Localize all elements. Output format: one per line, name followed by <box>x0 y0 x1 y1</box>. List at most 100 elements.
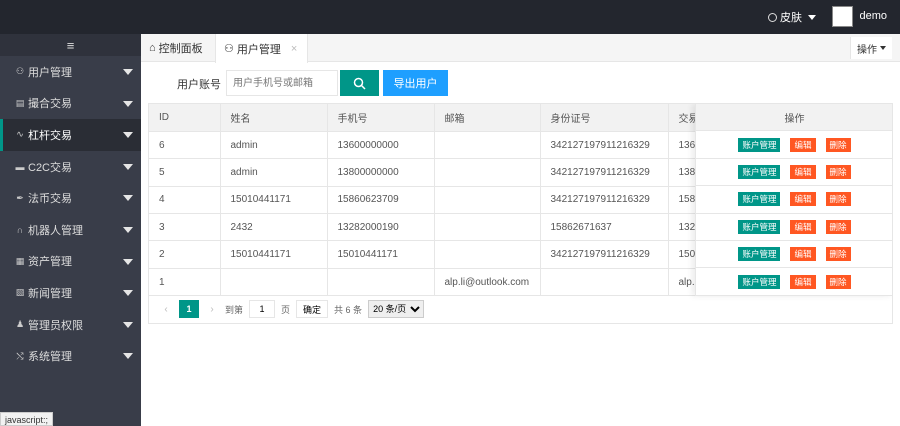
doc-icon: ▧ <box>15 287 25 298</box>
tab-label: 用户管理 <box>236 43 281 56</box>
sidebar-item[interactable]: ▧ 新闻管理 <box>0 277 141 309</box>
table-cell <box>434 240 541 269</box>
users-icon: ♟ <box>15 319 25 330</box>
goto-page-input[interactable] <box>249 300 276 318</box>
user-table: ID姓名手机号邮箱身份证号交易 6admin13600000000 3421271… <box>148 103 893 324</box>
table-row: 4 15010441171 15860623709 34212719791121632… <box>149 186 696 215</box>
table-cell: 2 <box>149 240 221 269</box>
edit-button[interactable]: 编辑 <box>790 192 816 207</box>
table-cell: 136 <box>668 131 696 160</box>
delete-button[interactable]: 删除 <box>825 219 851 234</box>
sidebar-item[interactable]: ♟ 管理员权限 <box>0 309 141 341</box>
account-manage-button[interactable]: 账户管理 <box>738 192 781 207</box>
page-size-select[interactable]: 20 条/页 <box>368 300 425 318</box>
account-manage-button[interactable]: 账户管理 <box>738 219 781 234</box>
sidebar-item-label: 杠杆交易 <box>28 129 72 142</box>
table-cell: alp.li@outlook.com <box>434 268 541 297</box>
status-bar: javascript:; <box>0 412 54 426</box>
sidebar-item[interactable]: ∿ 杠杆交易 <box>0 119 141 151</box>
delete-button[interactable]: 删除 <box>825 192 851 207</box>
table-row: 1 alp.li@outlook.com alp.l <box>149 268 696 297</box>
tab-ops-dropdown[interactable]: 操作 <box>850 37 892 59</box>
sidebar-item[interactable]: ▦ 资产管理 <box>0 246 141 278</box>
chevron-down-icon <box>880 46 886 50</box>
table-cell: 6 <box>149 131 221 160</box>
delete-button[interactable]: 删除 <box>825 137 851 152</box>
home-icon: ⌂ <box>149 42 156 54</box>
account-manage-button[interactable]: 账户管理 <box>738 137 781 152</box>
sidebar-item[interactable]: ▤ 撮合交易 <box>0 88 141 120</box>
column-header[interactable]: 交易 <box>668 104 696 132</box>
sidebar-item[interactable]: ∩ 机器人管理 <box>0 214 141 246</box>
tab-dashboard[interactable]: ⌂ 控制面板 <box>149 34 203 62</box>
menu-fold-icon[interactable]: ≡ <box>0 34 141 56</box>
chevron-down-icon <box>123 69 133 75</box>
chevron-down-icon <box>123 353 133 360</box>
account-manage-button[interactable]: 账户管理 <box>738 247 781 262</box>
sidebar-item-label: 资产管理 <box>28 256 72 269</box>
chevron-down-icon <box>123 258 133 265</box>
sidebar-item-label: 新闻管理 <box>28 287 72 300</box>
user-icon: ⚇ <box>224 43 234 55</box>
table-cell: 138 <box>668 158 696 187</box>
user-icon: ⚇ <box>15 66 25 77</box>
table-cell <box>220 268 328 297</box>
sidebar-item[interactable]: ✒ 法币交易 <box>0 182 141 214</box>
table-cell: 13600000000 <box>327 131 435 160</box>
table-cell: 13800000000 <box>327 158 435 187</box>
account-manage-button[interactable]: 账户管理 <box>738 274 781 289</box>
close-icon[interactable]: × <box>291 43 297 55</box>
row-actions: 账户管理 编辑 删除 <box>696 268 892 296</box>
current-page[interactable]: 1 <box>179 300 199 318</box>
delete-button[interactable]: 删除 <box>825 247 851 262</box>
delete-button[interactable]: 删除 <box>825 164 851 179</box>
skin-menu[interactable]: 皮肤 <box>768 9 816 25</box>
column-header[interactable]: 身份证号 <box>540 104 669 132</box>
row-actions: 账户管理 编辑 删除 <box>696 186 892 214</box>
sidebar-item-label: 系统管理 <box>28 351 72 364</box>
search-button[interactable] <box>340 70 379 96</box>
edit-button[interactable]: 编辑 <box>790 274 816 289</box>
table-cell: 342127197911216329 <box>540 131 669 160</box>
sidebar-item[interactable]: ⚇ 用户管理 <box>0 56 141 88</box>
goto-confirm-button[interactable]: 确定 <box>296 300 329 318</box>
tab-user-management[interactable]: ⚇ 用户管理 × <box>215 34 309 63</box>
column-header[interactable]: 姓名 <box>220 104 328 132</box>
export-users-button[interactable]: 导出用户 <box>383 70 448 96</box>
account-manage-button[interactable]: 账户管理 <box>738 164 781 179</box>
top-bar: 皮肤 demo <box>0 0 900 34</box>
sidebar-item[interactable]: ⤭ 系统管理 <box>0 340 141 372</box>
column-header[interactable]: 邮箱 <box>434 104 541 132</box>
delete-button[interactable]: 删除 <box>825 274 851 289</box>
pulse-icon: ∿ <box>16 129 24 140</box>
avatar[interactable] <box>832 6 853 27</box>
username[interactable]: demo <box>859 10 887 22</box>
edit-button[interactable]: 编辑 <box>790 219 816 234</box>
edit-button[interactable]: 编辑 <box>790 164 816 179</box>
table-cell: 3 <box>149 213 221 242</box>
search-input[interactable] <box>226 70 338 96</box>
table-cell: 342127197911216329 <box>540 240 669 269</box>
sidebar-item[interactable]: ▬ C2C交易 <box>0 151 141 183</box>
sidebar: ≡ ⚇ 用户管理 ▤ 撮合交易 ∿ 杠杆交易 ▬ C2C交易 ✒ 法币交易 ∩ 机器人管理 ▦ 资产管理 ▧… <box>0 34 141 426</box>
table-cell: alp.l <box>668 268 696 297</box>
table-cell <box>434 131 541 160</box>
edit-button[interactable]: 编辑 <box>790 137 816 152</box>
chevron-down-icon <box>808 14 816 20</box>
table-cell: admin <box>220 131 328 160</box>
shuffle-icon: ⤭ <box>16 350 24 361</box>
actions-header: 操作 <box>696 104 892 132</box>
sidebar-item-label: 撮合交易 <box>28 98 72 111</box>
column-header[interactable]: 手机号 <box>327 104 435 132</box>
table-cell: 342127197911216329 <box>540 186 669 215</box>
next-page-icon[interactable]: › <box>205 304 219 315</box>
page-unit: 页 <box>281 304 291 315</box>
actions-column: 操作 账户管理 编辑 删除 账户管理 编辑 删除 账户管理 编辑 删除 账户管理 编辑 删除 账户管理编… <box>695 104 892 296</box>
sidebar-item-label: C2C交易 <box>28 161 73 174</box>
table-cell: 158 <box>668 186 696 215</box>
sidebar-item-label: 用户管理 <box>28 66 72 79</box>
edit-button[interactable]: 编辑 <box>790 247 816 262</box>
table-cell: 1 <box>149 268 221 297</box>
prev-page-icon[interactable]: ‹ <box>159 304 173 315</box>
column-header[interactable]: ID <box>149 104 221 132</box>
